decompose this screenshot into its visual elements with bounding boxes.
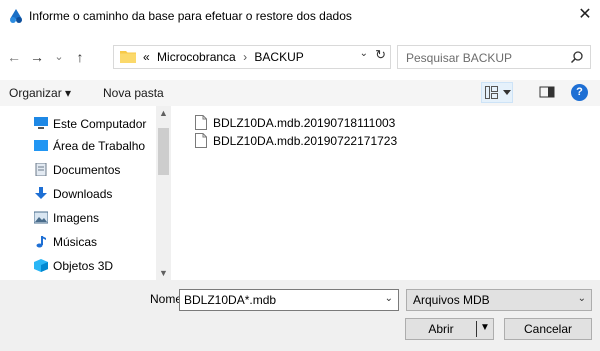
help-button[interactable]: ? [571,84,588,101]
breadcrumb-item[interactable]: Microcobranca [153,50,236,64]
file-name-input[interactable]: BDLZ10DA*.mdb ⌄ [179,289,399,311]
preview-pane-icon[interactable] [539,84,555,100]
sidebar-item-musicas[interactable]: Músicas [34,232,154,252]
computer-icon [34,117,48,129]
chevron-down-icon [503,90,511,95]
file-type-value: Arquivos MDB [413,293,490,307]
music-icon [36,236,46,248]
file-list: BDLZ10DA.mdb.20190718111003 BDLZ10DA.mdb… [175,106,600,280]
breadcrumb-overflow[interactable]: « [143,50,150,64]
sidebar-item-downloads[interactable]: Downloads [34,184,154,204]
sidebar-scrollbar[interactable]: ▲ ▼ [156,106,171,280]
sidebar-item-label: Objetos 3D [53,259,114,273]
change-view-button[interactable] [481,82,513,103]
view-grid-icon [485,86,498,99]
file-icon [195,115,207,130]
sidebar-item-label: Área de Trabalho [53,139,146,153]
up-button[interactable]: ↑ [72,46,88,68]
file-name-value: BDLZ10DA*.mdb [184,293,277,307]
file-type-select[interactable]: Arquivos MDB ⌄ [406,289,592,311]
search-icon [570,51,583,64]
cancel-button[interactable]: Cancelar [504,318,592,340]
recent-locations-button[interactable]: ⌄ [53,46,65,68]
back-button[interactable]: ← [6,46,22,68]
list-item[interactable]: BDLZ10DA.mdb.20190718111003 [195,114,455,132]
dialog-title: Informe o caminho da base para efetuar o… [29,9,352,23]
forward-button[interactable]: → [29,46,45,68]
refresh-button[interactable]: ↻ [375,47,386,63]
scroll-down-arrow[interactable]: ▼ [159,268,168,278]
organize-button[interactable]: Organizar ▾ [9,86,71,100]
open-button-label: Abrir [428,322,454,336]
sidebar-item-label: Imagens [53,211,100,225]
sidebar-item-documentos[interactable]: Documentos [34,160,154,180]
sidebar-item-objetos-3d[interactable]: Objetos 3D [34,256,154,276]
chevron-down-icon[interactable]: ⌄ [385,293,393,304]
sidebar-item-label: Este Computador [53,117,147,131]
breadcrumb-item[interactable]: BACKUP [254,50,303,64]
list-item[interactable]: BDLZ10DA.mdb.20190722171723 [195,132,455,150]
sidebar-item-este-computador[interactable]: Este Computador [34,114,154,134]
new-folder-button[interactable]: Nova pasta [103,86,164,100]
objects-3d-icon [34,259,48,272]
folder-icon [120,51,136,63]
address-dropdown-button[interactable]: ⌄ [360,48,368,59]
navigation-bar: ← → ⌄ ↑ « Microcobranca › BACKUP ⌄ ↻ Pes… [0,42,600,72]
split-divider [476,321,477,337]
open-button[interactable]: Abrir ▼ [405,318,494,340]
cancel-button-label: Cancelar [523,322,573,336]
app-icon [10,9,22,23]
sidebar-item-label: Downloads [53,187,113,201]
file-name: BDLZ10DA.mdb.20190722171723 [213,134,398,148]
navigation-pane: Este Computador Área de Trabalho Documen… [0,106,171,280]
breadcrumb: « Microcobranca › BACKUP [143,50,304,64]
documents-icon [35,163,47,176]
search-placeholder: Pesquisar BACKUP [406,51,513,65]
file-name: BDLZ10DA.mdb.20190718111003 [213,116,396,130]
sidebar-item-imagens[interactable]: Imagens [34,208,154,228]
title-bar: Informe o caminho da base para efetuar o… [0,0,600,32]
search-input[interactable]: Pesquisar BACKUP [397,45,591,69]
sidebar-item-label: Documentos [53,163,121,177]
scrollbar-thumb[interactable] [158,128,169,175]
command-bar: Organizar ▾ Nova pasta ? [0,80,600,106]
close-button[interactable]: ✕ [570,0,600,30]
open-options-dropdown[interactable]: ▼ [480,322,490,333]
sidebar-item-label: Músicas [53,235,98,249]
breadcrumb-separator[interactable]: › [239,50,251,64]
scroll-up-arrow[interactable]: ▲ [159,108,168,118]
sidebar-item-area-de-trabalho[interactable]: Área de Trabalho [34,136,154,156]
file-icon [195,133,207,148]
desktop-icon [34,140,48,151]
dialog-footer: Nome: BDLZ10DA*.mdb ⌄ Arquivos MDB ⌄ Abr… [0,280,600,351]
address-bar[interactable]: « Microcobranca › BACKUP ⌄ ↻ [113,45,391,69]
downloads-icon [35,187,47,199]
chevron-down-icon: ⌄ [577,293,586,304]
pictures-icon [34,211,48,224]
